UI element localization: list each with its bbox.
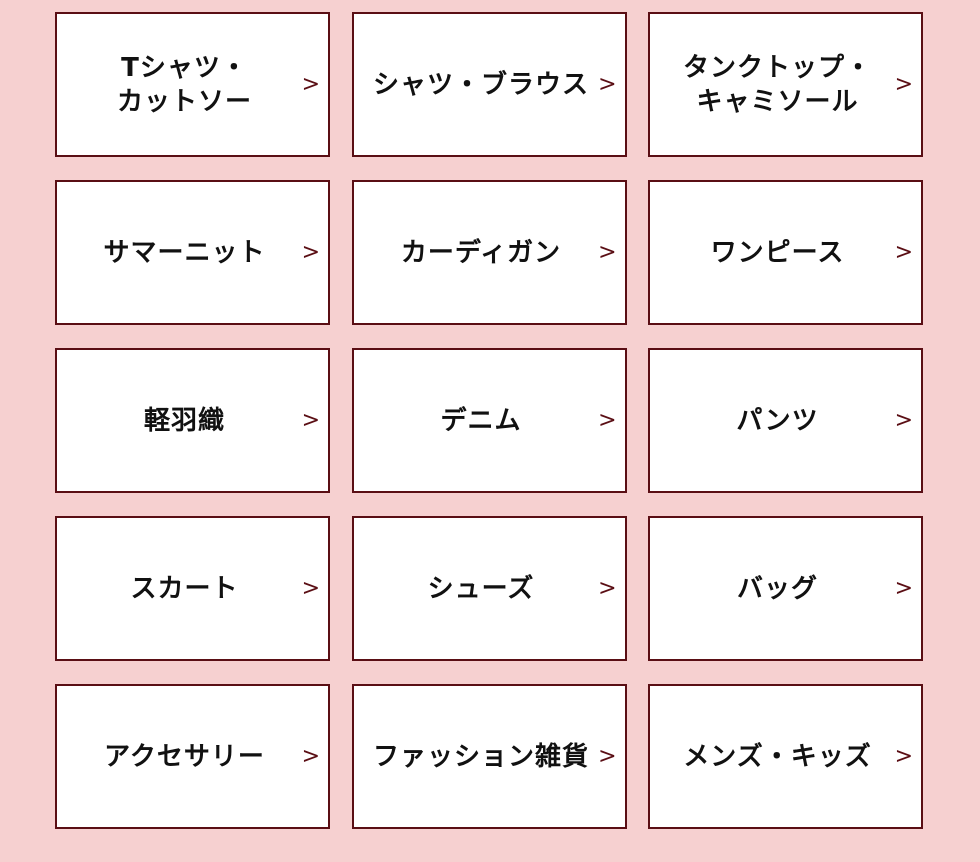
category-tile-mens-kids[interactable]: メンズ・キッズ > [648, 684, 923, 829]
category-tile-bag[interactable]: バッグ > [648, 516, 923, 661]
chevron-right-icon: > [894, 239, 913, 265]
category-label: タンクトップ・ キャミソール [682, 52, 872, 117]
category-label: スカート [130, 573, 239, 604]
category-tile-tanktop-camisole[interactable]: タンクトップ・ キャミソール > [648, 12, 923, 157]
category-tile-light-outer[interactable]: 軽羽織 > [55, 348, 330, 493]
category-label: Tシャツ・ カットソー [116, 52, 252, 117]
category-label: サマーニット [103, 237, 266, 268]
category-label: シューズ [427, 573, 535, 604]
category-tile-accessory[interactable]: アクセサリー > [55, 684, 330, 829]
category-tile-summer-knit[interactable]: サマーニット > [55, 180, 330, 325]
category-label: メンズ・キッズ [683, 741, 872, 772]
chevron-right-icon: > [598, 575, 617, 601]
chevron-right-icon: > [598, 407, 617, 433]
category-label: ワンピース [710, 237, 845, 268]
category-tile-onepiece[interactable]: ワンピース > [648, 180, 923, 325]
category-label: ファッション雑貨 [372, 741, 589, 772]
chevron-right-icon: > [894, 743, 913, 769]
category-label: バッグ [736, 573, 818, 604]
chevron-right-icon: > [301, 743, 320, 769]
category-label: デニム [440, 405, 522, 436]
category-tile-skirt[interactable]: スカート > [55, 516, 330, 661]
category-tile-shirt-blouse[interactable]: シャツ・ブラウス > [351, 12, 627, 157]
category-label: 軽羽織 [143, 405, 225, 436]
category-label: シャツ・ブラウス [372, 69, 589, 100]
chevron-right-icon: > [301, 71, 320, 97]
category-tile-pants[interactable]: パンツ > [648, 348, 923, 493]
chevron-right-icon: > [301, 575, 320, 601]
category-tile-shoes[interactable]: シューズ > [351, 516, 627, 661]
chevron-right-icon: > [301, 407, 320, 433]
chevron-right-icon: > [894, 575, 913, 601]
category-label: カーディガン [400, 237, 562, 268]
chevron-right-icon: > [598, 71, 617, 97]
category-label: アクセサリー [104, 741, 265, 772]
chevron-right-icon: > [598, 743, 617, 769]
chevron-right-icon: > [894, 407, 913, 433]
chevron-right-icon: > [598, 239, 617, 265]
chevron-right-icon: > [894, 71, 913, 97]
category-grid: Tシャツ・ カットソー > シャツ・ブラウス > タンクトップ・ キャミソール … [55, 12, 923, 829]
category-tile-fashion-goods[interactable]: ファッション雑貨 > [351, 684, 627, 829]
category-label: パンツ [736, 405, 819, 436]
category-tile-denim[interactable]: デニム > [351, 348, 627, 493]
category-tile-cardigan[interactable]: カーディガン > [351, 180, 627, 325]
chevron-right-icon: > [301, 239, 320, 265]
category-tile-tshirt-cutsew[interactable]: Tシャツ・ カットソー > [55, 12, 330, 157]
